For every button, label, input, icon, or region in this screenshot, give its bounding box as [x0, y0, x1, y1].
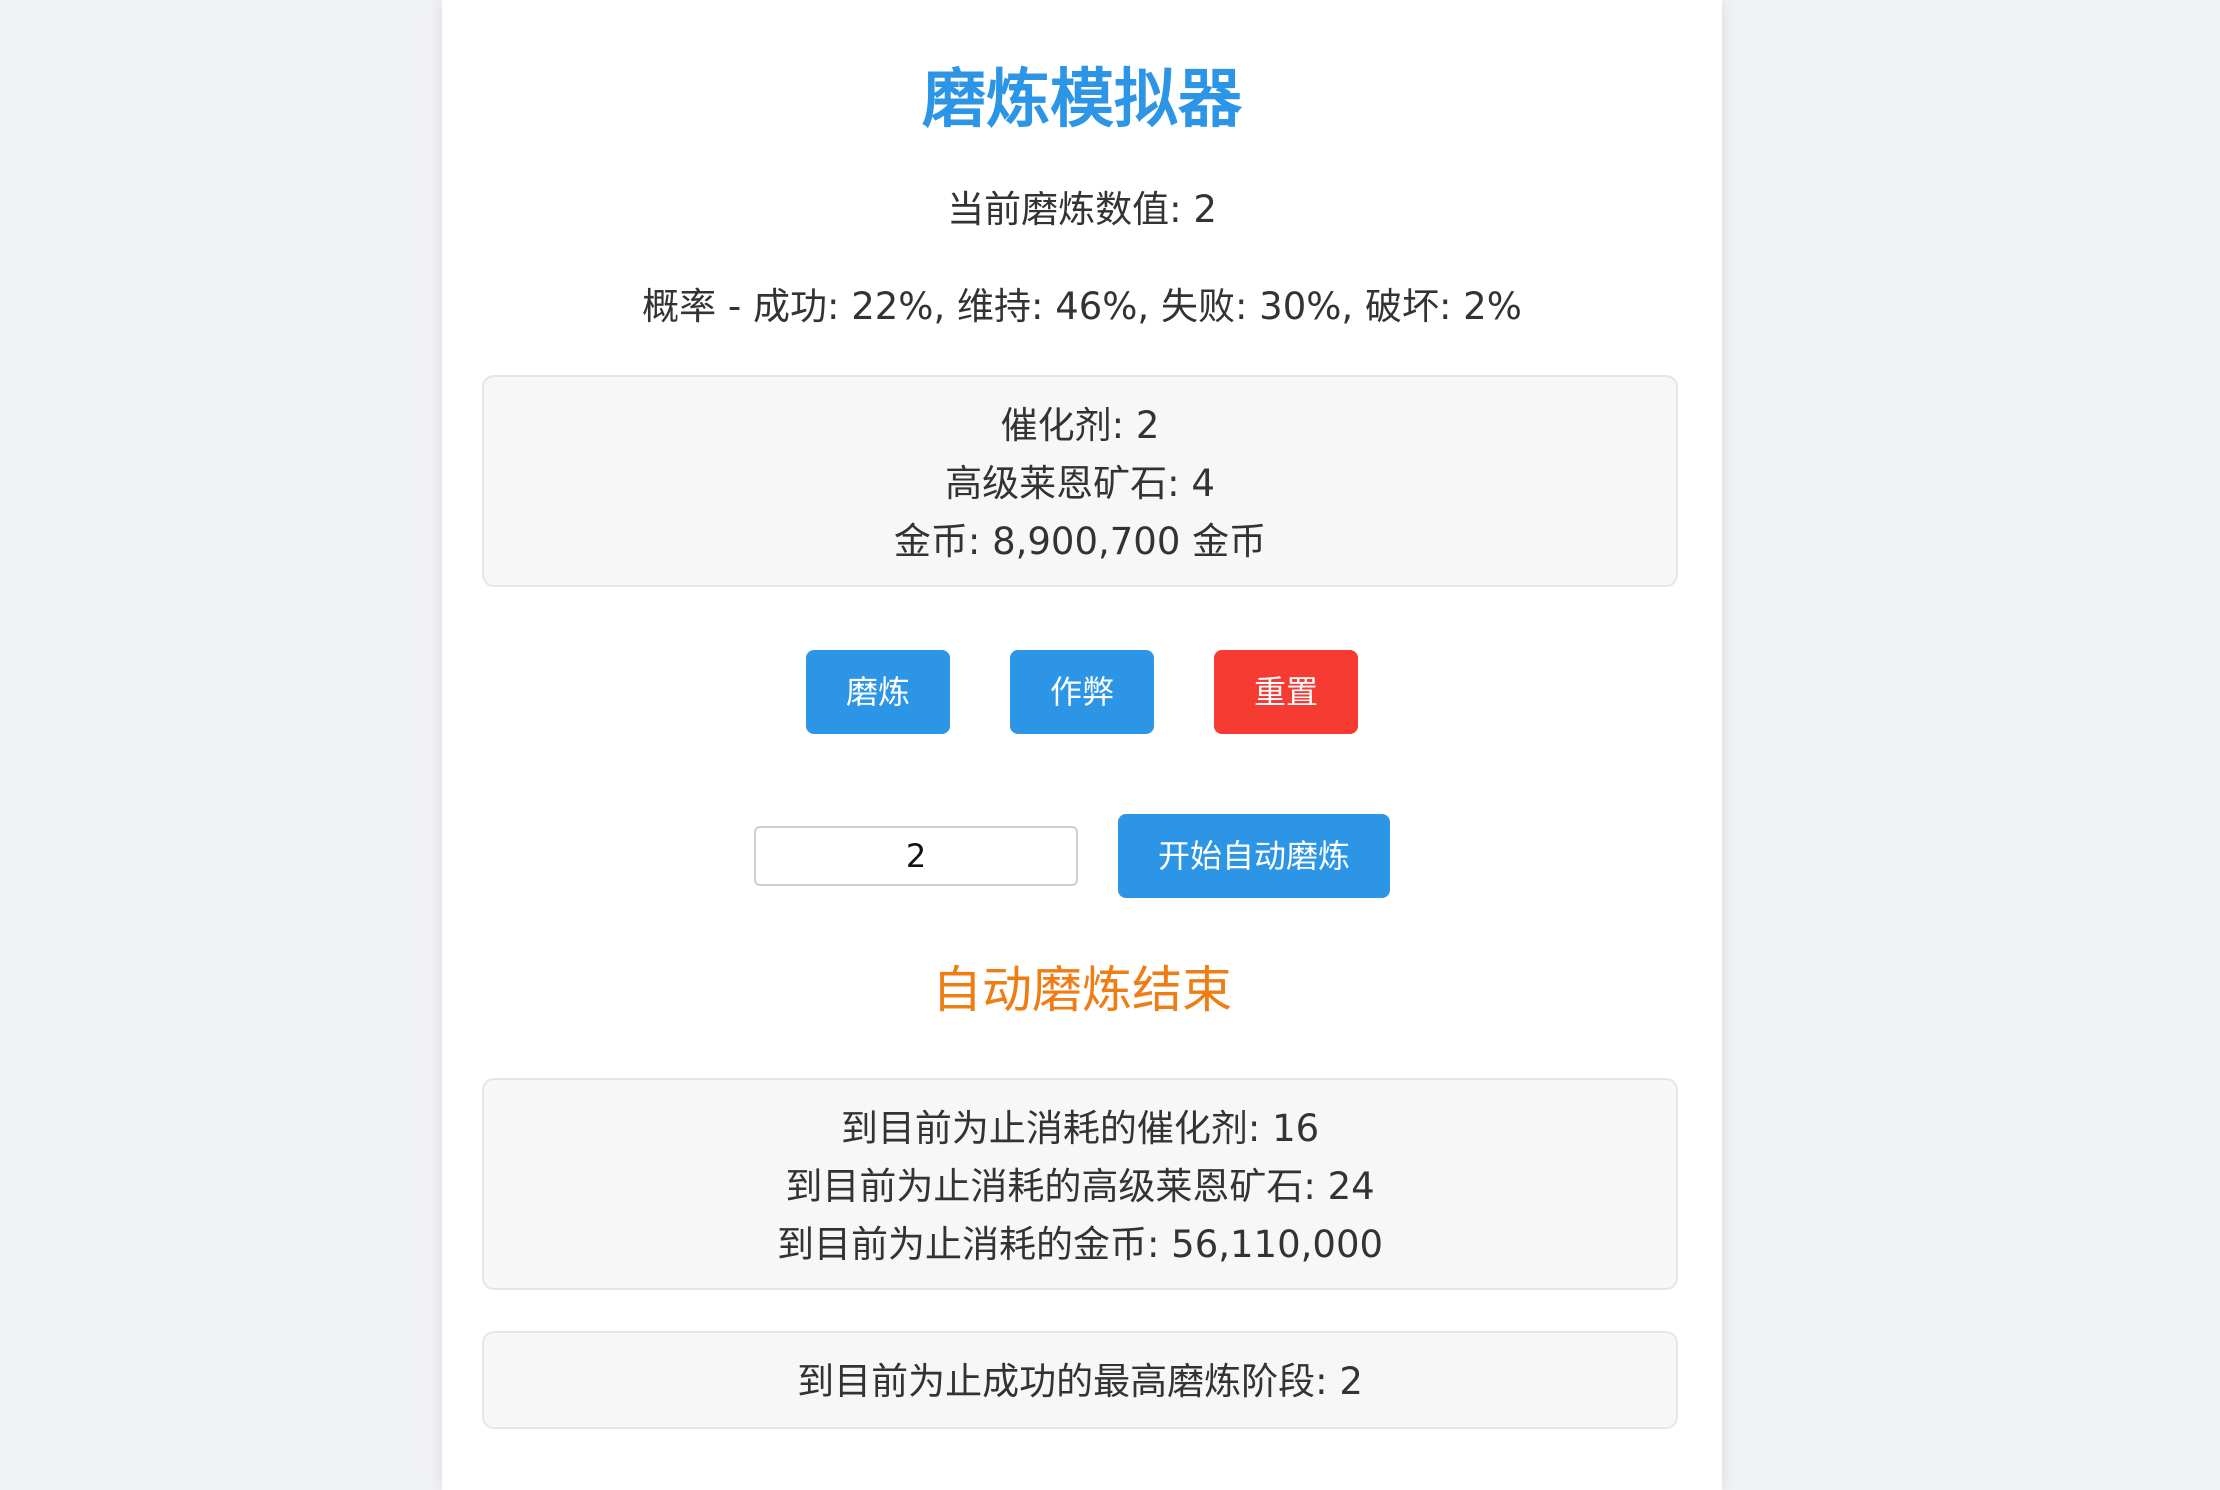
gold-count: 金币: 8,900,700 金币 [893, 520, 1267, 563]
inventory-panel: 催化剂: 2 高级莱恩矿石: 4 金币: 8,900,700 金币 [482, 375, 1678, 587]
consumed-catalyst: 到目前为止消耗的催化剂: 16 [840, 1107, 1320, 1150]
best-stage-panel: 到目前为止成功的最高磨炼阶段: 2 [482, 1331, 1678, 1429]
best-stage-text: 到目前为止成功的最高磨炼阶段: 2 [797, 1360, 1363, 1403]
ore-count: 高级莱恩矿石: 4 [945, 462, 1215, 505]
catalyst-count: 催化剂: 2 [1000, 404, 1160, 447]
reset-button[interactable]: 重置 [1214, 650, 1358, 734]
refine-button[interactable]: 磨炼 [806, 650, 950, 734]
probability-text: 概率 - 成功: 22%, 维持: 46%, 失败: 30%, 破坏: 2% [642, 285, 1522, 328]
main-card: 磨炼模拟器 当前磨炼数值: 2 概率 - 成功: 22%, 维持: 46%, 失… [442, 0, 1722, 1490]
consumed-gold: 到目前为止消耗的金币: 56,110,000 [776, 1223, 1384, 1266]
auto-refine-status: 自动磨炼结束 [932, 961, 1232, 1019]
page-title: 磨炼模拟器 [922, 63, 1242, 137]
current-refine-value: 当前磨炼数值: 2 [947, 188, 1217, 231]
consumed-ore: 到目前为止消耗的高级莱恩矿石: 24 [785, 1165, 1375, 1208]
start-auto-refine-button[interactable]: 开始自动磨炼 [1118, 814, 1390, 898]
consumed-panel: 到目前为止消耗的催化剂: 16 到目前为止消耗的高级莱恩矿石: 24 到目前为止… [482, 1078, 1678, 1290]
auto-refine-target-input[interactable] [754, 826, 1078, 886]
cheat-button[interactable]: 作弊 [1010, 650, 1154, 734]
